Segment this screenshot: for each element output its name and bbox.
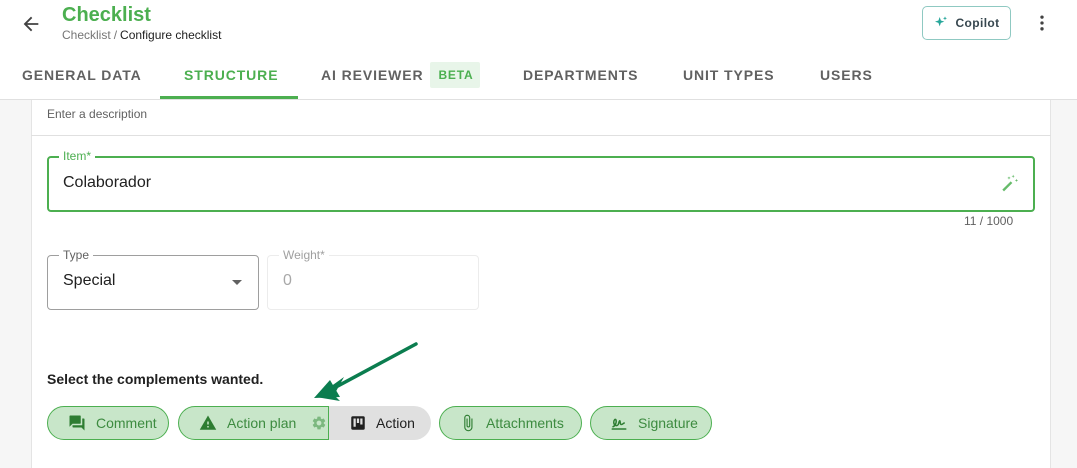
- divider: [31, 135, 1051, 136]
- complements-title: Select the complements wanted.: [47, 371, 264, 387]
- signature-label: Signature: [638, 415, 698, 431]
- annotation-arrow: [314, 342, 418, 401]
- tab-general-data[interactable]: GENERAL DATA: [22, 50, 142, 99]
- breadcrumb: Checklist / Configure checklist: [62, 28, 221, 42]
- signature-chip[interactable]: Signature: [590, 406, 712, 440]
- tab-bar: GENERAL DATA STRUCTURE AI REVIEWER BETA D…: [0, 50, 1077, 100]
- dropdown-caret-icon[interactable]: [232, 280, 242, 285]
- back-button[interactable]: [18, 11, 44, 37]
- magic-wand-button[interactable]: [998, 172, 1020, 194]
- more-options-button[interactable]: [1030, 10, 1054, 36]
- more-vertical-icon: [1040, 15, 1044, 31]
- tab-label: DEPARTMENTS: [523, 66, 639, 83]
- breadcrumb-current: Configure checklist: [120, 28, 222, 42]
- tab-label: GENERAL DATA: [22, 66, 142, 83]
- weight-field: [267, 255, 479, 310]
- tab-label: STRUCTURE: [184, 66, 279, 83]
- attachments-label: Attachments: [486, 415, 564, 431]
- item-field[interactable]: [47, 156, 1035, 212]
- type-value: Special: [63, 272, 116, 289]
- item-input[interactable]: Colaborador: [63, 174, 151, 192]
- weight-label: Weight*: [279, 249, 329, 261]
- tab-users[interactable]: USERS: [820, 50, 873, 99]
- signature-icon: [609, 414, 629, 432]
- action-plan-label: Action plan: [227, 415, 297, 431]
- action-chip[interactable]: Action: [329, 406, 431, 440]
- copilot-button[interactable]: Copilot: [922, 6, 1011, 40]
- tab-label: AI REVIEWER: [321, 66, 424, 83]
- app-header: Checklist Checklist / Configure checklist …: [0, 0, 1077, 100]
- tab-ai-reviewer[interactable]: AI REVIEWER BETA: [321, 50, 481, 99]
- action-label: Action: [376, 415, 415, 431]
- breadcrumb-separator: /: [113, 28, 118, 42]
- sparkle-icon: [935, 16, 948, 27]
- tab-departments[interactable]: DEPARTMENTS: [523, 50, 638, 99]
- comment-label: Comment: [96, 415, 157, 431]
- attachments-chip[interactable]: Attachments: [439, 406, 582, 440]
- page-title: Checklist: [62, 4, 151, 26]
- weight-value: 0: [283, 272, 292, 289]
- tab-structure[interactable]: STRUCTURE: [184, 50, 278, 99]
- description-field[interactable]: Enter a description: [47, 107, 147, 121]
- tab-label: UNIT TYPES: [683, 66, 775, 83]
- paperclip-icon: [459, 413, 477, 433]
- item-label: Item*: [59, 150, 96, 162]
- tab-unit-types[interactable]: UNIT TYPES: [683, 50, 774, 99]
- comment-chip[interactable]: Comment: [47, 406, 169, 440]
- character-counter: 11 / 1000: [964, 214, 1014, 228]
- arrow-left-icon: [23, 16, 39, 32]
- warning-icon: [198, 414, 218, 432]
- copilot-label: Copilot: [955, 16, 1000, 30]
- magic-wand-icon: [1002, 174, 1019, 192]
- action-plan-chip[interactable]: Action plan: [178, 406, 329, 440]
- tab-label: USERS: [820, 66, 873, 83]
- type-label: Type: [59, 249, 94, 261]
- kanban-icon: [349, 414, 367, 432]
- comment-icon: [67, 414, 87, 432]
- beta-badge: BETA: [430, 61, 481, 88]
- gear-icon[interactable]: [311, 415, 327, 431]
- breadcrumb-parent[interactable]: Checklist: [62, 28, 111, 42]
- active-tab-indicator: [160, 96, 298, 99]
